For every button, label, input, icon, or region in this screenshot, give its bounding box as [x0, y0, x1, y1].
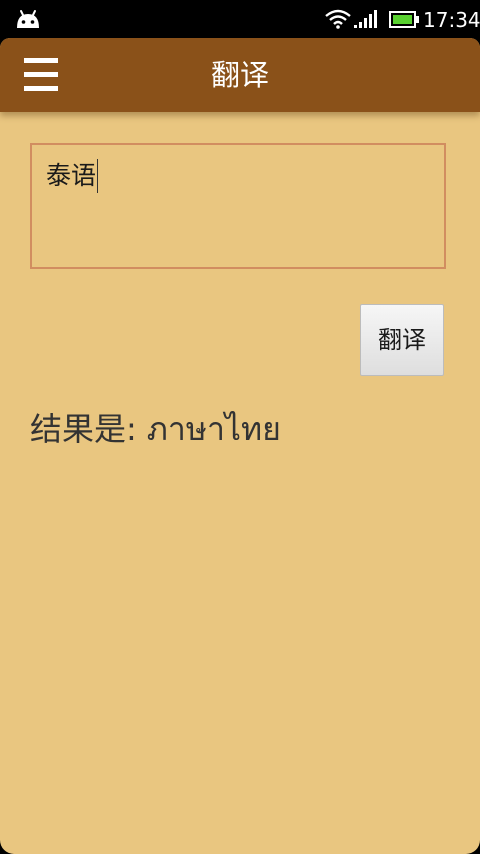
page-title: 翻译: [210, 58, 269, 92]
translate-button[interactable]: 翻译: [360, 304, 444, 376]
status-time: 17:34: [423, 8, 480, 32]
result-value: ภาษาไทย: [146, 410, 281, 448]
result-line: 结果是: ภาษาไทย: [30, 408, 281, 450]
wifi-icon: [325, 9, 351, 29]
action-bar: 翻译: [0, 38, 480, 112]
status-bar: 17:34: [0, 0, 480, 38]
signal-icon: [354, 10, 377, 28]
menu-icon[interactable]: [24, 58, 60, 94]
battery-icon: [389, 11, 419, 28]
menu-line: [24, 86, 58, 91]
menu-line: [24, 72, 58, 77]
translate-input[interactable]: 泰语: [30, 143, 446, 269]
app-screen: 翻译 泰语 翻译 结果是: ภาษาไทย: [0, 38, 480, 854]
text-cursor: [97, 159, 99, 193]
android-icon: [17, 10, 39, 28]
input-value: 泰语: [46, 161, 97, 190]
result-label: 结果是:: [30, 410, 137, 448]
menu-line: [24, 58, 58, 63]
